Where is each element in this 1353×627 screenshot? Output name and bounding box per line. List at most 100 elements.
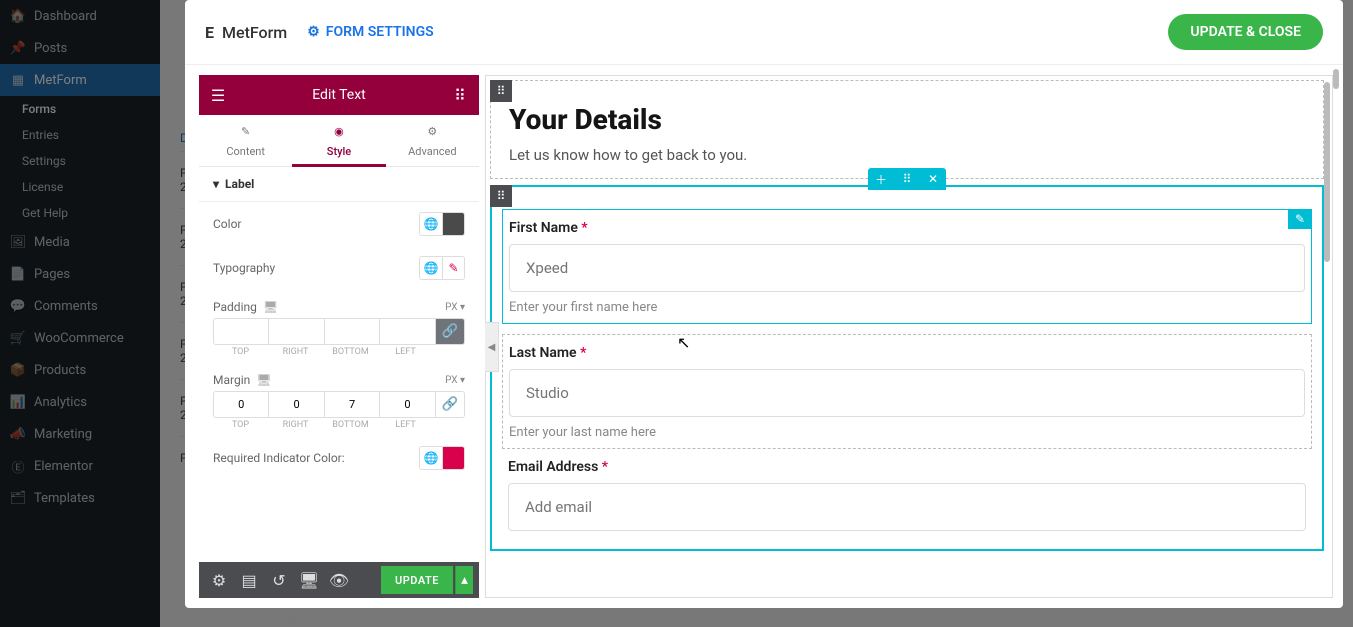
section-fields[interactable]: ⠿ ✎ First Name * Enter your first name h…	[490, 185, 1324, 551]
color-swatch[interactable]	[442, 447, 464, 469]
desktop-icon[interactable]: 🖥	[263, 300, 278, 314]
globe-icon[interactable]: 🌐	[420, 447, 442, 469]
padding-right-input[interactable]	[269, 319, 324, 344]
control-margin-header: Margin 🖥 PX ▾	[199, 363, 479, 391]
control-label: Padding 🖥	[213, 300, 278, 314]
edit-widget-icon[interactable]: ✎	[1288, 209, 1312, 229]
elementor-logo-icon: E	[205, 23, 214, 42]
margin-bottom-input[interactable]	[325, 392, 380, 417]
form-heading: Your Details	[509, 103, 1305, 136]
field-help: Enter your last name here	[509, 425, 1305, 440]
control-padding-header: Padding 🖥 PX ▾	[199, 290, 479, 318]
control-label: Color	[213, 217, 241, 231]
pencil-icon: ✎	[238, 125, 254, 141]
form-settings-link[interactable]: ⚙ FORM SETTINGS	[307, 24, 433, 40]
dim-label: TOP	[213, 420, 268, 430]
panel-tabs: ✎ Content ◉ Style ⚙ Advanced	[199, 115, 479, 167]
desktop-icon[interactable]: 🖥	[256, 373, 271, 387]
update-options-button[interactable]: ▴	[455, 566, 473, 594]
section-handle-icon[interactable]: ⠿	[490, 80, 512, 102]
unit-selector[interactable]: PX ▾	[445, 375, 465, 386]
margin-left-input[interactable]	[380, 392, 435, 417]
gear-icon: ⚙	[424, 125, 440, 141]
section-heading[interactable]: ⠿ Your Details Let us know how to get ba…	[490, 80, 1324, 179]
color-swatch[interactable]	[442, 213, 464, 235]
panel-footer: ⚙ ▤ ↺ 🖥 👁 UPDATE ▴	[199, 562, 479, 598]
history-icon[interactable]: ↺	[265, 566, 293, 594]
control-required-color: Required Indicator Color: 🌐	[199, 436, 479, 480]
dim-label: LEFT	[378, 347, 433, 357]
first-name-input[interactable]	[509, 244, 1305, 292]
apps-icon[interactable]: ⠿	[449, 84, 471, 106]
section-title: Label	[225, 177, 254, 191]
menu-icon[interactable]: ☰	[207, 84, 229, 106]
widget-last-name[interactable]: Last Name * Enter your last name here	[502, 334, 1312, 449]
bg-bottom-strip: Newsletter Signup Form —	[185, 609, 1343, 627]
required-star: *	[580, 345, 586, 361]
elementor-panel: ☰ Edit Text ⠿ ✎Content ◉Style ⚙Advanced …	[199, 75, 479, 598]
panel-title: Edit Text	[229, 87, 449, 103]
tab-style[interactable]: ◉ Style	[292, 115, 385, 166]
last-name-input[interactable]	[509, 369, 1305, 417]
email-input[interactable]	[508, 483, 1306, 531]
modal-body: ☰ Edit Text ⠿ ✎Content ◉Style ⚙Advanced …	[185, 65, 1343, 608]
field-help: Enter your first name here	[509, 300, 1305, 315]
padding-top-input[interactable]	[214, 319, 269, 344]
settings-icon[interactable]: ⚙	[205, 566, 233, 594]
panel-body: ▾ Label Color 🌐 Typography 🌐 ✎	[199, 167, 479, 562]
control-color: Color 🌐	[199, 202, 479, 246]
margin-top-input[interactable]	[214, 392, 269, 417]
collapse-panel-toggle[interactable]: ◀	[485, 322, 499, 372]
unit-selector[interactable]: PX ▾	[445, 302, 465, 313]
control-typography: Typography 🌐 ✎	[199, 246, 479, 290]
dim-label: BOTTOM	[323, 420, 378, 430]
typography-edit-button[interactable]: ✎	[442, 257, 464, 279]
form-subheading: Let us know how to get back to you.	[509, 146, 1305, 164]
tab-content[interactable]: ✎ Content	[199, 115, 292, 166]
dim-label: RIGHT	[268, 420, 323, 430]
update-and-close-button[interactable]: UPDATE & CLOSE	[1168, 14, 1323, 50]
padding-left-input[interactable]	[380, 319, 435, 344]
globe-icon[interactable]: 🌐	[420, 257, 442, 279]
section-label-toggle[interactable]: ▾ Label	[199, 167, 479, 202]
metform-editor-modal: E MetForm ⚙ FORM SETTINGS UPDATE & CLOSE…	[185, 0, 1343, 608]
required-star: *	[581, 220, 587, 236]
preview-icon[interactable]: 👁	[325, 566, 353, 594]
form-settings-label: FORM SETTINGS	[326, 24, 434, 40]
navigator-icon[interactable]: ▤	[235, 566, 263, 594]
dim-label: LEFT	[378, 420, 433, 430]
droplet-icon: ◉	[331, 125, 347, 141]
widget-email[interactable]: Email Address *	[502, 459, 1312, 539]
widget-first-name[interactable]: ✎ First Name * Enter your first name her…	[502, 209, 1312, 324]
column-handle-icon[interactable]: ⠿	[490, 185, 512, 207]
brand: E MetForm	[205, 23, 287, 42]
control-label: Typography	[213, 261, 275, 275]
padding-inputs: 🔗 TOPRIGHTBOTTOMLEFT	[199, 318, 479, 363]
gear-icon: ⚙	[307, 24, 320, 40]
update-button[interactable]: UPDATE	[381, 566, 453, 594]
tab-label: Advanced	[408, 145, 456, 158]
dim-label: TOP	[213, 347, 268, 357]
responsive-icon[interactable]: 🖥	[295, 566, 323, 594]
margin-right-input[interactable]	[269, 392, 324, 417]
field-label: Last Name *	[509, 345, 1305, 361]
panel-header: ☰ Edit Text ⠿	[199, 75, 479, 115]
link-values-button[interactable]: 🔗	[436, 319, 464, 344]
tab-advanced[interactable]: ⚙ Advanced	[386, 115, 479, 166]
globe-icon[interactable]: 🌐	[420, 213, 442, 235]
margin-inputs: 🔗 TOPRIGHTBOTTOMLEFT	[199, 391, 479, 436]
chevron-down-icon: ▾	[213, 177, 219, 191]
padding-bottom-input[interactable]	[325, 319, 380, 344]
control-label: Required Indicator Color:	[213, 451, 345, 465]
dim-label: BOTTOM	[323, 347, 378, 357]
strip-text: Newsletter Signup Form —	[225, 609, 354, 627]
modal-header: E MetForm ⚙ FORM SETTINGS UPDATE & CLOSE	[185, 0, 1343, 65]
field-label: First Name *	[509, 220, 1305, 236]
form-canvas[interactable]: ⠿ Your Details Let us know how to get ba…	[486, 76, 1332, 597]
field-label: Email Address *	[508, 459, 1306, 475]
tab-label: Style	[327, 145, 351, 158]
tab-label: Content	[226, 145, 265, 158]
canvas-wrapper: ◀ ⠿ Your Details Let us know how to get …	[485, 75, 1333, 598]
brand-label: MetForm	[222, 23, 287, 42]
link-values-button[interactable]: 🔗	[436, 392, 464, 417]
